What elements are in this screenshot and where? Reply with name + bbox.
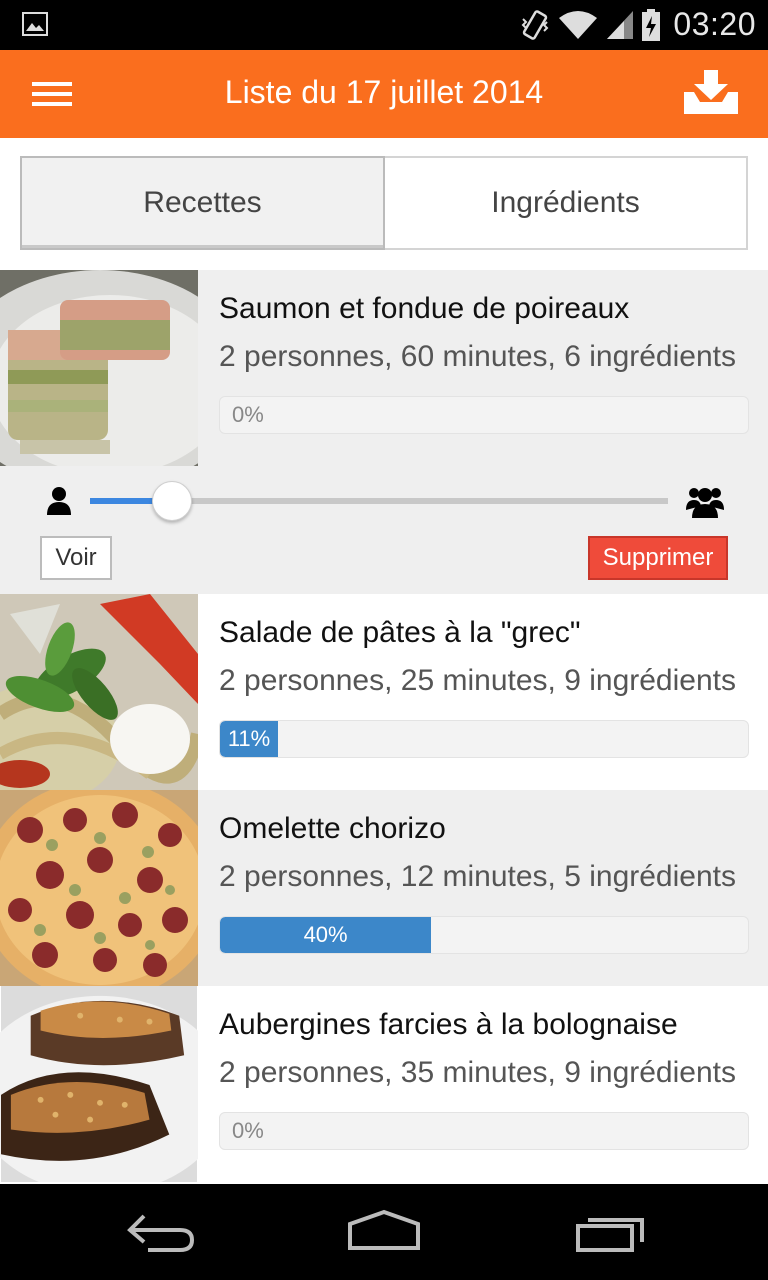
gallery-icon xyxy=(22,12,48,36)
progress-label: 0% xyxy=(232,402,264,427)
action-bar: Liste du 17 juillet 2014 xyxy=(0,50,768,138)
recipe-progress-bar: 0% xyxy=(219,396,749,434)
voir-button[interactable]: Voir xyxy=(40,536,112,580)
recipe-title: Saumon et fondue de poireaux xyxy=(219,292,630,325)
person-icon xyxy=(47,487,71,515)
progress-label: 11% xyxy=(227,726,271,751)
recipe-item-saumon[interactable]: Saumon et fondue de poireaux 2 personnes… xyxy=(0,270,768,468)
recipe-title: Omelette chorizo xyxy=(219,812,446,845)
wifi-icon xyxy=(559,11,597,39)
signal-icon xyxy=(607,11,633,39)
status-icons xyxy=(520,8,660,42)
recipe-photo-aubergines xyxy=(0,986,198,1182)
recipe-progress-bar: 11% xyxy=(219,720,749,758)
back-icon[interactable] xyxy=(124,1208,196,1256)
status-bar: 03:20 xyxy=(0,0,768,50)
recipe-photo-omelette xyxy=(0,790,198,986)
recents-icon[interactable] xyxy=(574,1208,646,1256)
progress-label: 40% xyxy=(303,922,348,947)
recipe-progress-bar: 0% xyxy=(219,1112,749,1150)
page-title: Liste du 17 juillet 2014 xyxy=(224,74,544,110)
tab-recettes[interactable]: Recettes xyxy=(20,156,385,250)
recipe-meta: 2 personnes, 60 minutes, 6 ingrédients xyxy=(219,340,736,373)
progress-label: 0% xyxy=(232,1118,264,1143)
clock: 03:20 xyxy=(673,6,756,42)
group-icon xyxy=(686,488,724,518)
download-icon[interactable] xyxy=(680,68,742,118)
servings-panel: Voir Supprimer xyxy=(0,468,768,594)
recipe-meta: 2 personnes, 12 minutes, 5 ingrédients xyxy=(219,860,736,893)
recipe-photo-salade xyxy=(0,594,198,790)
recipe-title: Aubergines farcies à la bolognaise xyxy=(219,1008,678,1041)
supprimer-button[interactable]: Supprimer xyxy=(588,536,728,580)
tab-bar: Recettes Ingrédients xyxy=(20,156,748,250)
recipe-title: Salade de pâtes à la "grec" xyxy=(219,616,581,649)
recipe-progress-bar: 40% xyxy=(219,916,749,954)
recipe-photo-saumon xyxy=(0,270,198,466)
recipe-item-aubergines[interactable]: Aubergines farcies à la bolognaise 2 per… xyxy=(0,986,768,1184)
servings-slider-thumb[interactable] xyxy=(152,481,192,521)
recipe-item-omelette[interactable]: Omelette chorizo 2 personnes, 12 minutes… xyxy=(0,790,768,986)
recipe-meta: 2 personnes, 35 minutes, 9 ingrédients xyxy=(219,1056,736,1089)
system-nav-bar xyxy=(0,1184,768,1280)
home-icon[interactable] xyxy=(346,1208,422,1256)
recipe-list-screen: Recettes Ingrédients Saumon et fondue de… xyxy=(0,138,768,1184)
vibrate-icon xyxy=(521,10,549,40)
battery-charging-icon xyxy=(642,9,660,41)
recipe-meta: 2 personnes, 25 minutes, 9 ingrédients xyxy=(219,664,736,697)
tab-ingredients[interactable]: Ingrédients xyxy=(385,156,748,250)
recipe-item-salade[interactable]: Salade de pâtes à la "grec" 2 personnes,… xyxy=(0,594,768,790)
